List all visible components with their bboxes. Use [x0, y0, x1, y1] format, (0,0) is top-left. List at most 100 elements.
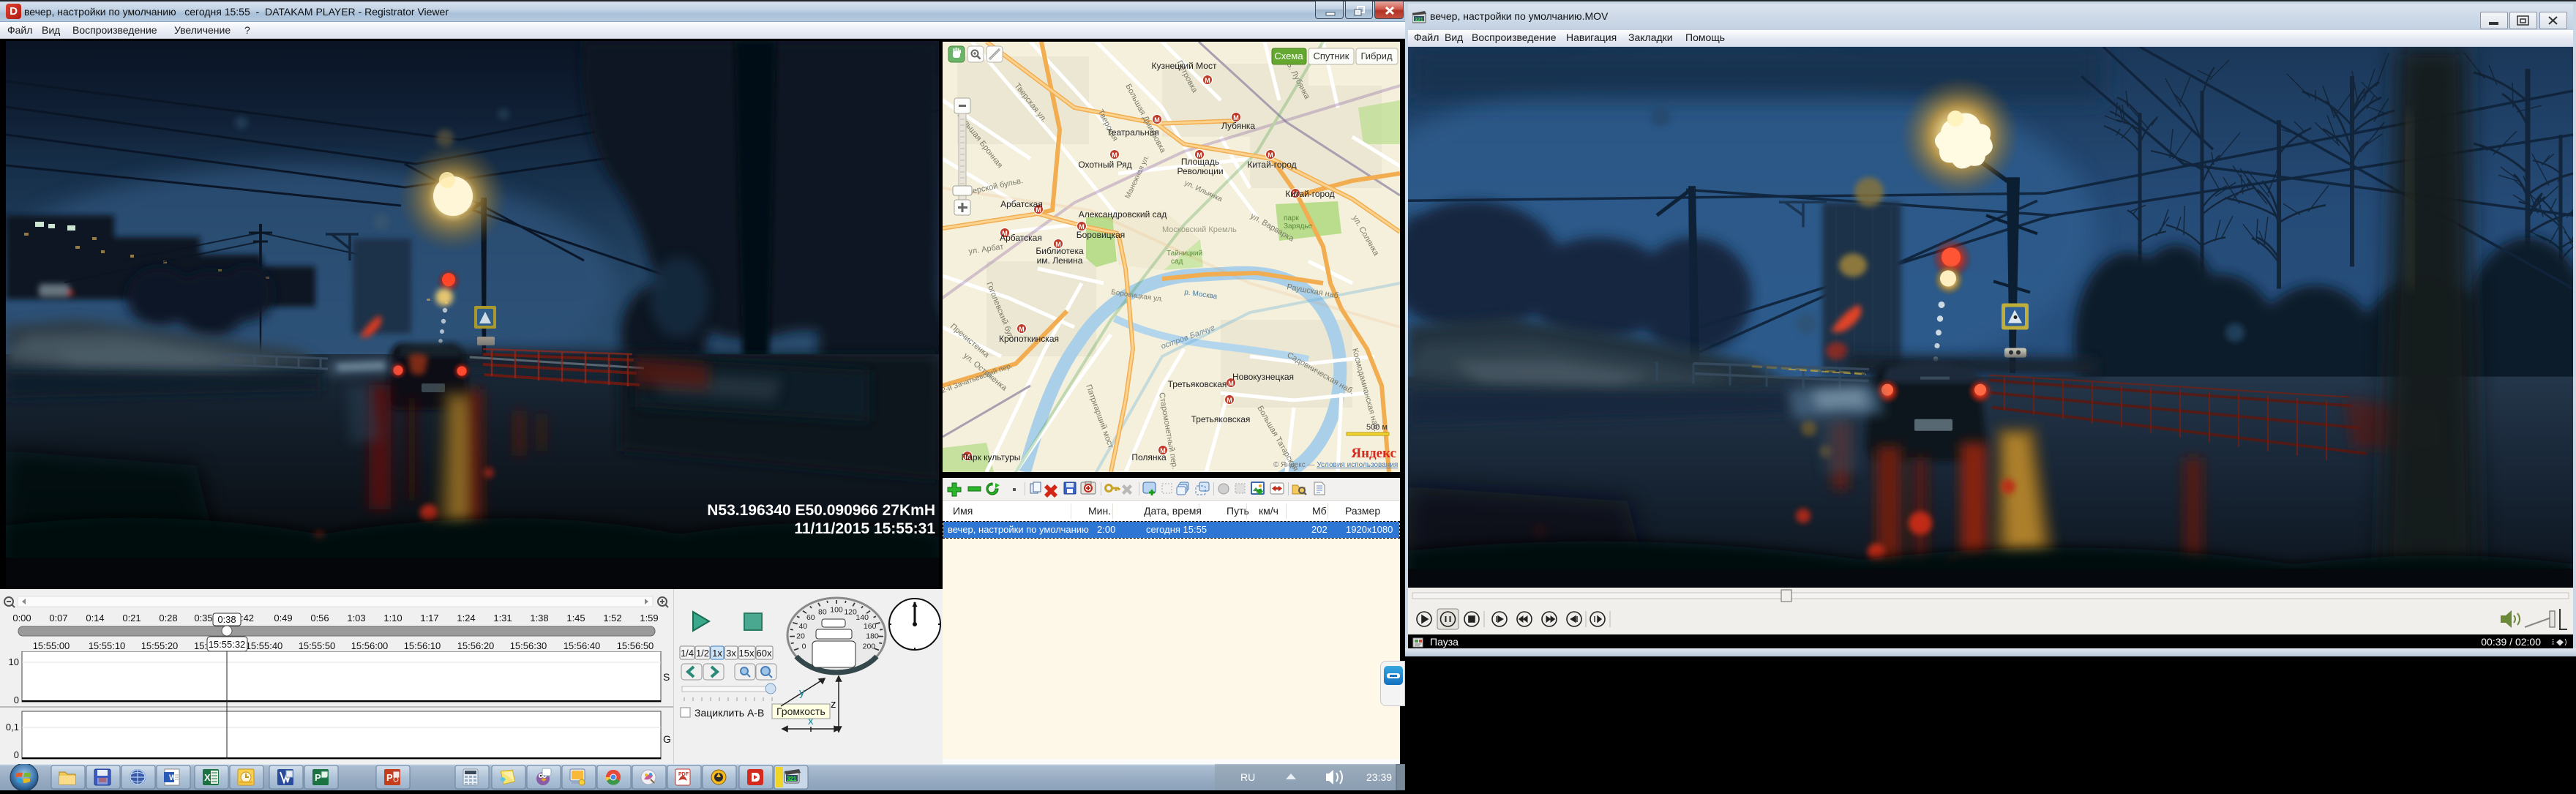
svg-text:Лубянка: Лубянка	[1221, 121, 1255, 131]
svg-text:200: 200	[863, 642, 876, 651]
svg-text:15:55:00: 15:55:00	[33, 640, 70, 651]
svg-text:15:55:50: 15:55:50	[299, 640, 336, 651]
svg-text:1:17: 1:17	[420, 613, 438, 623]
svg-text:1:03: 1:03	[347, 613, 365, 623]
svg-text:им. Ленина: им. Ленина	[1037, 255, 1083, 266]
svg-text:сад: сад	[1171, 258, 1183, 266]
svg-text:15:55:20: 15:55:20	[141, 640, 179, 651]
svg-text:0: 0	[802, 642, 806, 651]
svg-text:Арбатская: Арбатская	[1000, 233, 1042, 243]
svg-text:N53.196340 E50.090966 27KmH: N53.196340 E50.090966 27KmH	[707, 502, 935, 519]
svg-text:1:38: 1:38	[530, 613, 548, 623]
svg-text:P: P	[315, 772, 321, 783]
svg-text:1:52: 1:52	[603, 613, 621, 623]
svg-text:Охотный Ряд: Охотный Ряд	[1078, 160, 1131, 170]
svg-text:Кузнецкий Мост: Кузнецкий Мост	[1152, 61, 1217, 71]
svg-text:60x: 60x	[757, 648, 772, 659]
svg-text:0:49: 0:49	[274, 613, 292, 623]
svg-text:Театральная: Театральная	[1107, 127, 1159, 138]
svg-text:15:56:30: 15:56:30	[510, 640, 547, 651]
svg-text:Парк культуры: Парк культуры	[962, 452, 1021, 462]
svg-text:15:55:10: 15:55:10	[89, 640, 126, 651]
svg-text:1:10: 1:10	[383, 613, 402, 623]
svg-text:Гибрид: Гибрид	[1360, 50, 1393, 61]
svg-text:15:56:40: 15:56:40	[564, 640, 601, 651]
svg-text:180: 180	[866, 632, 879, 641]
svg-text:23:39: 23:39	[1366, 771, 1392, 783]
svg-text:Площадь: Площадь	[1181, 157, 1219, 167]
svg-text:Яндекс: Яндекс	[1351, 446, 1396, 461]
svg-text:Зарядье: Зарядье	[1284, 222, 1313, 231]
svg-text:Третьяковская: Третьяковская	[1168, 379, 1227, 389]
svg-text::42: :42	[241, 613, 254, 623]
svg-text:Китай-город: Китай-город	[1285, 189, 1334, 199]
svg-text:1:45: 1:45	[566, 613, 585, 623]
svg-text:10: 10	[9, 656, 19, 667]
svg-text:321: 321	[1415, 18, 1423, 23]
svg-text:0:07: 0:07	[49, 613, 67, 623]
svg-text:S: S	[663, 671, 670, 683]
svg-text:Александровский сад: Александровский сад	[1079, 209, 1167, 220]
svg-text:Зациклить A-B: Зациклить A-B	[694, 707, 764, 719]
svg-text:100: 100	[830, 606, 843, 615]
svg-text:15:56:20: 15:56:20	[457, 640, 495, 651]
svg-text:М: М	[1205, 77, 1210, 84]
svg-text:PDF: PDF	[678, 772, 689, 777]
svg-text:1:59: 1:59	[640, 613, 658, 623]
svg-text:120: 120	[844, 607, 857, 616]
svg-text:Революции: Революции	[1177, 166, 1223, 176]
svg-text:0:28: 0:28	[159, 613, 177, 623]
svg-text:1:24: 1:24	[457, 613, 475, 623]
svg-text:1/4: 1/4	[681, 648, 694, 659]
svg-text:0: 0	[14, 749, 19, 760]
svg-text:Третьяковская: Третьяковская	[1191, 414, 1251, 424]
svg-text:Полянка: Полянка	[1131, 452, 1167, 462]
svg-text:Арбатская: Арбатская	[1000, 199, 1043, 209]
svg-text:60: 60	[806, 613, 815, 622]
svg-text:z: z	[831, 698, 836, 711]
svg-text:Боровицкая: Боровицкая	[1077, 230, 1126, 240]
svg-text:x: x	[808, 715, 814, 727]
svg-text:20: 20	[796, 632, 805, 641]
svg-text:500 м: 500 м	[1366, 423, 1388, 432]
svg-text:1x: 1x	[712, 648, 722, 659]
svg-text:0,1: 0,1	[6, 722, 19, 733]
svg-text:0:21: 0:21	[122, 613, 141, 623]
svg-text:Громкость: Громкость	[776, 705, 825, 717]
svg-text:парк: парк	[1284, 214, 1300, 222]
svg-text:P: P	[386, 772, 393, 783]
svg-text:G: G	[663, 733, 671, 745]
svg-text:15:56:50: 15:56:50	[617, 640, 654, 651]
svg-text:© Яндекс — Условия использован: © Яндекс — Условия использования	[1273, 461, 1398, 469]
svg-text:Новокузнецкая: Новокузнецкая	[1232, 372, 1294, 382]
svg-text:0: 0	[14, 694, 19, 705]
svg-text:140: 140	[855, 613, 869, 622]
svg-text:0:35: 0:35	[194, 613, 212, 623]
svg-text:Библиотека: Библиотека	[1036, 246, 1084, 256]
svg-text:3x: 3x	[726, 648, 736, 659]
svg-text:11/11/2015 15:55:31: 11/11/2015 15:55:31	[794, 520, 935, 537]
svg-text:15:56:00: 15:56:00	[351, 640, 389, 651]
svg-text:1/2: 1/2	[696, 648, 709, 659]
svg-text:y: y	[799, 686, 805, 699]
svg-text:0:00: 0:00	[12, 613, 31, 623]
svg-text:Схема: Схема	[1274, 50, 1303, 61]
svg-text:Китай-город: Китай-город	[1247, 160, 1296, 170]
svg-text:1:31: 1:31	[493, 613, 512, 623]
svg-text:80: 80	[818, 607, 827, 616]
svg-text:Тайницкий: Тайницкий	[1167, 250, 1202, 258]
svg-text:15:55:40: 15:55:40	[246, 640, 283, 651]
svg-text:15:55:32: 15:55:32	[209, 639, 246, 650]
svg-text:Московский Кремль: Московский Кремль	[1162, 225, 1237, 234]
svg-text:Кропоткинская: Кропоткинская	[999, 334, 1059, 344]
svg-text:0:14: 0:14	[86, 613, 104, 623]
svg-text:15x: 15x	[739, 648, 755, 659]
svg-text:321: 321	[787, 776, 797, 782]
svg-text:0:38: 0:38	[217, 614, 236, 625]
svg-text:160: 160	[864, 622, 877, 631]
svg-text:40: 40	[798, 622, 807, 631]
svg-text:Спутник: Спутник	[1313, 50, 1349, 61]
svg-text:15:56:10: 15:56:10	[404, 640, 441, 651]
svg-text:RU: RU	[1240, 771, 1255, 783]
svg-text:0:56: 0:56	[310, 613, 329, 623]
